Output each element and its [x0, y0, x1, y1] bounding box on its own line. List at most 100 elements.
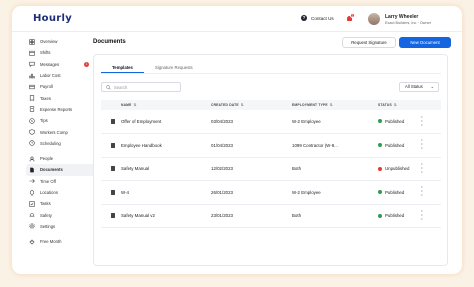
sidebar-item-label: Documents — [40, 167, 63, 173]
tab-templates[interactable]: Templates — [101, 59, 144, 73]
sort-icon: ⇅ — [329, 103, 333, 107]
sidebar-item-documents[interactable]: Documents — [26, 164, 98, 176]
status-dot-icon — [378, 166, 382, 171]
status-dot-icon — [378, 190, 382, 195]
status-filter-select[interactable]: All Status ⌄ — [399, 82, 439, 92]
more-options-icon[interactable]: · · · — [421, 209, 441, 223]
new-document-button[interactable]: New Document — [399, 37, 451, 48]
sidebar-item-workers-comp[interactable]: Workers Comp — [26, 126, 98, 137]
sidebar-item-time-off[interactable]: Time Off — [26, 176, 98, 187]
shield-icon — [29, 129, 35, 135]
chevron-down-icon: ⌄ — [430, 84, 434, 89]
app-window: Hourly ? Contact Us 1 Larry Wheeler Exac… — [12, 6, 462, 274]
document-icon — [111, 213, 115, 219]
sidebar-item-safety[interactable]: Safety — [26, 209, 98, 220]
sidebar-item-label: Labor Cost — [40, 73, 61, 79]
sidebar-item-free-month[interactable]: Free Month — [26, 236, 98, 247]
sidebar-item-shifts[interactable]: Shifts — [26, 47, 98, 58]
tab-bar: Templates Signature Requests — [101, 59, 204, 73]
sidebar-item-label: Messages — [40, 61, 60, 67]
dollar-icon: $ — [29, 118, 35, 124]
sidebar-item-tips[interactable]: $ Tips — [26, 115, 98, 126]
sidebar-item-labor-cost[interactable]: Labor Cost — [26, 70, 98, 81]
sidebar-item-tasks[interactable]: Tasks — [26, 198, 98, 209]
status-dot-icon — [378, 213, 382, 218]
sidebar-item-label: Free Month — [40, 239, 62, 245]
user-role: Exact Builders, Inc · Owner — [385, 21, 432, 25]
sidebar-item-label: Scheduling — [40, 140, 61, 146]
request-signature-button[interactable]: Request Signature — [342, 37, 396, 48]
tab-signature-requests[interactable]: Signature Requests — [144, 59, 204, 73]
sidebar-item-people[interactable]: People — [26, 153, 98, 164]
sort-icon: ⇅ — [240, 103, 244, 107]
table-row[interactable]: W-4 26/01/2023 W-2 Employee Published · · · — [101, 180, 441, 205]
column-header-employment-type[interactable]: EMPLOYMENT TYPE ⇅ — [292, 100, 378, 110]
table-row[interactable]: Safety Manual 12/02/2023 Both Unpublished · ·… — [101, 157, 441, 181]
receipt-icon — [29, 95, 35, 102]
sidebar-item-label: Locations — [40, 190, 58, 195]
document-icon — [111, 189, 115, 195]
question-icon: ? — [301, 15, 307, 21]
column-header-status[interactable]: STATUS ⇅ — [378, 100, 421, 110]
wallet-icon — [29, 84, 35, 90]
search-box[interactable] — [101, 82, 181, 92]
avatar[interactable] — [368, 13, 380, 25]
table-row[interactable]: Employee Handbook 01/04/2023 1099 Contract… — [101, 133, 441, 158]
people-icon — [29, 156, 35, 162]
sidebar-item-settings[interactable]: Settings — [26, 221, 98, 232]
created-date: 26/01/2023 — [211, 180, 292, 205]
sidebar-item-messages[interactable]: Messages 1 — [26, 59, 98, 70]
status-dot-icon — [378, 119, 382, 124]
employment-type: Both — [292, 157, 378, 181]
more-options-icon[interactable]: · · · — [421, 162, 441, 176]
table-header-row: NAME ⇅ CREATED DATE ⇅ EMPLOYMENT TYPE ⇅ STA… — [101, 100, 441, 110]
notifications-button[interactable]: 1 — [347, 13, 355, 21]
sidebar-item-label: Time Off — [40, 178, 56, 184]
table-row[interactable]: Offer of Employment 03/04/2023 W-2 Employe… — [101, 110, 441, 134]
notification-badge: 1 — [350, 13, 355, 18]
chart-icon — [29, 73, 35, 79]
gift-icon — [29, 239, 35, 245]
sidebar-item-label: Taxes — [40, 95, 51, 101]
sort-icon: ⇅ — [393, 103, 397, 107]
tab-divider — [101, 73, 441, 74]
hardhat-icon — [29, 212, 35, 218]
document-name[interactable]: W-4 — [121, 180, 211, 205]
sidebar-item-taxes[interactable]: Taxes — [26, 92, 98, 103]
sidebar-item-payroll[interactable]: Payroll — [26, 81, 98, 92]
table-row[interactable]: Safety Manual v2 23/01/2023 Both Published ·… — [101, 204, 441, 228]
document-name[interactable]: Safety Manual — [121, 157, 211, 181]
status-badge: Published — [385, 189, 405, 195]
document-name[interactable]: Offer of Employment — [121, 110, 211, 134]
more-options-icon[interactable]: · · · — [421, 115, 441, 129]
more-options-icon[interactable]: · · · — [421, 185, 441, 199]
search-input[interactable] — [114, 84, 174, 90]
search-icon — [106, 84, 111, 90]
gear-icon — [29, 223, 35, 230]
document-name[interactable]: Employee Handbook — [121, 133, 211, 158]
sidebar-item-label: Workers Comp — [40, 129, 68, 135]
employment-type: 1099 Contractor (W-9... — [292, 133, 378, 158]
calendar-icon — [29, 50, 35, 56]
pin-icon — [29, 189, 35, 196]
document-icon — [111, 119, 115, 124]
document-name[interactable]: Safety Manual v2 — [121, 204, 211, 228]
sidebar-item-overview[interactable]: Overview — [26, 36, 98, 47]
contact-us-link[interactable]: ? Contact Us — [301, 15, 334, 21]
created-date: 03/04/2023 — [211, 110, 292, 134]
more-options-icon[interactable]: · · · — [421, 138, 441, 152]
sidebar-item-label: Settings — [40, 223, 56, 229]
clock-icon — [29, 140, 35, 147]
sidebar-item-scheduling[interactable]: Scheduling — [26, 138, 98, 149]
sidebar-item-expense-reports[interactable]: Expense Reports — [26, 104, 98, 115]
sidebar: Overview Shifts Messages 1 Labor Cost Payroll… — [26, 36, 98, 247]
check-icon — [29, 201, 35, 207]
document-icon — [29, 167, 35, 173]
sidebar-item-locations[interactable]: Locations — [26, 187, 98, 198]
column-header-name[interactable]: NAME ⇅ — [121, 100, 211, 110]
sidebar-item-label: People — [40, 156, 54, 162]
plane-icon — [29, 178, 35, 184]
status-dot-icon — [378, 143, 382, 148]
column-header-created-date[interactable]: CREATED DATE ⇅ — [211, 100, 292, 110]
contact-us-label: Contact Us — [311, 15, 334, 21]
